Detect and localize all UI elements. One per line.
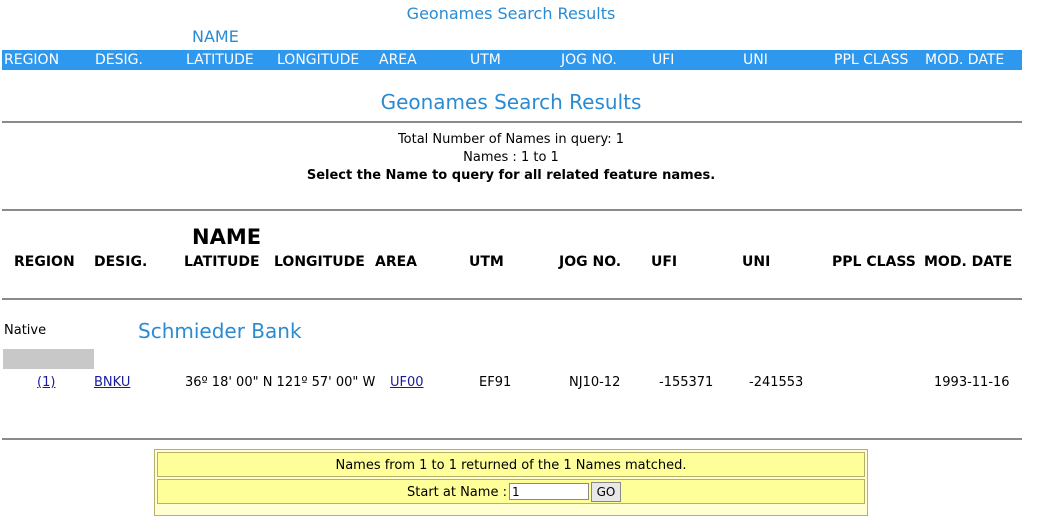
header-region: REGION <box>14 254 75 270</box>
page-title: Geonames Search Results <box>380 90 642 114</box>
header-uni: UNI <box>742 254 771 270</box>
top-col-region: REGION <box>4 52 60 68</box>
header-longitude: LONGITUDE <box>274 254 365 270</box>
pager-box: Names from 1 to 1 returned of the 1 Name… <box>154 449 868 516</box>
desig-link[interactable]: BNKU <box>94 375 130 390</box>
top-page-title: Geonames Search Results <box>406 4 616 23</box>
go-button[interactable]: GO <box>591 482 621 502</box>
header-utm: UTM <box>469 254 504 270</box>
result-index-link[interactable]: (1) <box>37 375 55 390</box>
ufi-value: -155371 <box>659 375 714 390</box>
top-name-label: NAME <box>192 27 239 46</box>
jog-no-value: NJ10-12 <box>569 375 621 390</box>
header-name: NAME <box>192 225 262 249</box>
native-label: Native <box>4 323 47 338</box>
top-col-longitude: LONGITUDE <box>277 52 360 68</box>
header-jog-no: JOG NO. <box>559 254 622 270</box>
top-col-jog: JOG NO. <box>561 52 617 68</box>
start-at-name-input[interactable] <box>509 483 589 500</box>
top-col-ppl-class: PPL CLASS <box>834 52 909 68</box>
name-type-bar <box>3 349 94 369</box>
instruction-text: Select the Name to query for all related… <box>306 168 716 183</box>
top-col-ufi: UFI <box>652 52 675 68</box>
area-link[interactable]: UF00 <box>390 375 424 390</box>
pager-summary: Names from 1 to 1 returned of the 1 Name… <box>157 452 865 477</box>
utm-value: EF91 <box>479 375 512 390</box>
header-ufi: UFI <box>651 254 678 270</box>
top-col-utm: UTM <box>470 52 501 68</box>
lat-long-value: 36º 18' 00" N 121º 57' 00" W <box>185 375 376 390</box>
uni-value: -241553 <box>749 375 804 390</box>
header-latitude: LATITUDE <box>184 254 260 270</box>
mod-date-value: 1993-11-16 <box>934 375 1010 390</box>
divider <box>2 121 1022 123</box>
header-mod-date: MOD. DATE <box>924 254 1013 270</box>
feature-name: Schmieder Bank <box>138 319 302 343</box>
header-area: AREA <box>375 254 418 270</box>
names-range-text: Names : 1 to 1 <box>463 150 559 165</box>
divider <box>2 298 1022 300</box>
start-at-name-label: Start at Name : <box>407 485 507 500</box>
divider <box>2 209 1022 211</box>
top-col-latitude: LATITUDE <box>186 52 254 68</box>
top-col-uni: UNI <box>743 52 768 68</box>
total-names-text: Total Number of Names in query: 1 <box>397 132 625 147</box>
top-header-bar: REGION DESIG. LATITUDE LONGITUDE AREA UT… <box>2 50 1022 70</box>
divider <box>2 438 1022 440</box>
header-desig: DESIG. <box>94 254 148 270</box>
top-col-desig: DESIG. <box>95 52 143 68</box>
pager-controls: Start at Name : GO <box>157 479 865 504</box>
header-ppl-class: PPL CLASS <box>832 254 916 270</box>
top-col-mod-date: MOD. DATE <box>925 52 1005 68</box>
top-col-area: AREA <box>379 52 417 68</box>
